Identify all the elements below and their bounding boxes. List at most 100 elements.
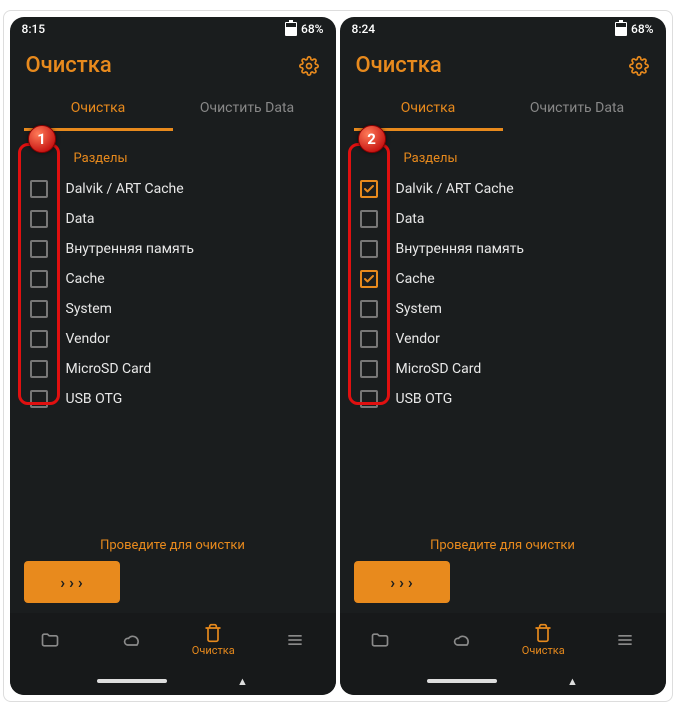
status-battery: 68%: [631, 22, 653, 36]
checkbox[interactable]: [360, 180, 378, 198]
checkbox[interactable]: [30, 270, 48, 288]
item-label: MicroSD Card: [396, 361, 482, 377]
list-item[interactable]: MicroSD Card: [24, 354, 322, 384]
list-item[interactable]: Vendor: [24, 324, 322, 354]
nav-menu[interactable]: [254, 630, 336, 650]
status-time: 8:15: [22, 22, 46, 36]
checkbox[interactable]: [360, 300, 378, 318]
checkbox[interactable]: [360, 390, 378, 408]
body: 2РазделыDalvik / ART CacheDataВнутренняя…: [340, 131, 666, 538]
item-label: Cache: [396, 271, 435, 287]
list-item[interactable]: USB OTG: [354, 384, 652, 414]
item-label: Data: [66, 211, 95, 227]
chevron-up-icon[interactable]: ▲: [237, 675, 248, 688]
step-badge: 1: [28, 125, 56, 153]
list-item[interactable]: Data: [354, 204, 652, 234]
nav-cloud[interactable]: [91, 630, 173, 650]
chevron-right-icon: ›: [60, 573, 65, 592]
nav-label: Очистка: [522, 644, 565, 657]
list-item[interactable]: USB OTG: [24, 384, 322, 414]
item-label: Dalvik / ART Cache: [66, 181, 184, 197]
nav-menu[interactable]: [584, 630, 666, 650]
battery-icon: [285, 22, 297, 36]
status-bar: 8:24 68%: [340, 17, 666, 41]
nav-files[interactable]: [340, 630, 422, 650]
list-item[interactable]: Внутренняя память: [24, 234, 322, 264]
item-label: Внутренняя память: [66, 241, 195, 257]
checkbox[interactable]: [360, 270, 378, 288]
item-label: System: [66, 301, 112, 317]
swipe-hint: Проведите для очистки: [24, 538, 322, 553]
list-item[interactable]: Dalvik / ART Cache: [24, 174, 322, 204]
page-title: Очистка: [26, 53, 112, 78]
item-label: Внутренняя память: [396, 241, 525, 257]
chevron-right-icon: ›: [390, 573, 395, 592]
page-title: Очистка: [356, 53, 442, 78]
nav-files[interactable]: [10, 630, 92, 650]
list-item[interactable]: Cache: [24, 264, 322, 294]
chevron-right-icon: ›: [69, 573, 74, 592]
phone-screen: 8:24 68% Очистка ОчисткаОчистить Data2Ра…: [340, 17, 666, 695]
header: Очистка: [10, 41, 336, 82]
tab-clear-data[interactable]: Очистить Data: [503, 90, 652, 131]
swipe-hint: Проведите для очистки: [354, 538, 652, 553]
checkbox[interactable]: [360, 330, 378, 348]
checkbox[interactable]: [30, 390, 48, 408]
settings-button[interactable]: [628, 55, 650, 77]
checkbox[interactable]: [30, 210, 48, 228]
swipe-area: Проведите для очистки › › ›: [10, 538, 336, 613]
checkbox[interactable]: [360, 240, 378, 258]
item-label: System: [396, 301, 442, 317]
settings-button[interactable]: [298, 55, 320, 77]
checkbox[interactable]: [30, 300, 48, 318]
body: 1РазделыDalvik / ART CacheDataВнутренняя…: [10, 131, 336, 538]
nav-label: Очистка: [192, 644, 235, 657]
screenshot-pair: 8:15 68% Очистка ОчисткаОчистить Data1Ра…: [3, 10, 673, 702]
system-nav-bar: ▲: [340, 667, 666, 695]
status-bar: 8:15 68%: [10, 17, 336, 41]
swipe-button[interactable]: › › ›: [24, 561, 120, 603]
bottom-nav: Очистка: [10, 613, 336, 667]
section-label: Разделы: [404, 151, 652, 166]
swipe-button[interactable]: › › ›: [354, 561, 450, 603]
list-item[interactable]: Внутренняя память: [354, 234, 652, 264]
checkbox[interactable]: [30, 180, 48, 198]
home-pill[interactable]: [427, 679, 497, 683]
status-right: 68%: [285, 22, 323, 36]
list-item[interactable]: MicroSD Card: [354, 354, 652, 384]
battery-icon: [615, 22, 627, 36]
list-item[interactable]: Dalvik / ART Cache: [354, 174, 652, 204]
status-time: 8:24: [352, 22, 376, 36]
system-nav-bar: ▲: [10, 667, 336, 695]
checkbox[interactable]: [30, 240, 48, 258]
partition-list: Dalvik / ART Cache Data Внутренняя память C…: [24, 174, 322, 414]
section-label: Разделы: [74, 151, 322, 166]
list-item[interactable]: Data: [24, 204, 322, 234]
checkbox[interactable]: [30, 330, 48, 348]
home-pill[interactable]: [97, 679, 167, 683]
list-item[interactable]: System: [354, 294, 652, 324]
item-label: MicroSD Card: [66, 361, 152, 377]
checkbox[interactable]: [360, 360, 378, 378]
nav-cloud[interactable]: [421, 630, 503, 650]
nav-clean[interactable]: Очистка: [503, 623, 585, 657]
list-item[interactable]: System: [24, 294, 322, 324]
item-label: Cache: [66, 271, 105, 287]
item-label: Vendor: [66, 331, 110, 347]
list-item[interactable]: Vendor: [354, 324, 652, 354]
chevron-right-icon: ›: [78, 573, 83, 592]
chevron-up-icon[interactable]: ▲: [567, 675, 578, 688]
checkbox[interactable]: [30, 360, 48, 378]
item-label: Data: [396, 211, 425, 227]
swipe-area: Проведите для очистки › › ›: [340, 538, 666, 613]
status-battery: 68%: [301, 22, 323, 36]
checkbox[interactable]: [360, 210, 378, 228]
nav-clean[interactable]: Очистка: [173, 623, 255, 657]
tabs: ОчисткаОчистить Data: [340, 90, 666, 131]
item-label: Dalvik / ART Cache: [396, 181, 514, 197]
tab-clear-data[interactable]: Очистить Data: [173, 90, 322, 131]
item-label: Vendor: [396, 331, 440, 347]
list-item[interactable]: Cache: [354, 264, 652, 294]
chevron-right-icon: ›: [399, 573, 404, 592]
bottom-nav: Очистка: [340, 613, 666, 667]
